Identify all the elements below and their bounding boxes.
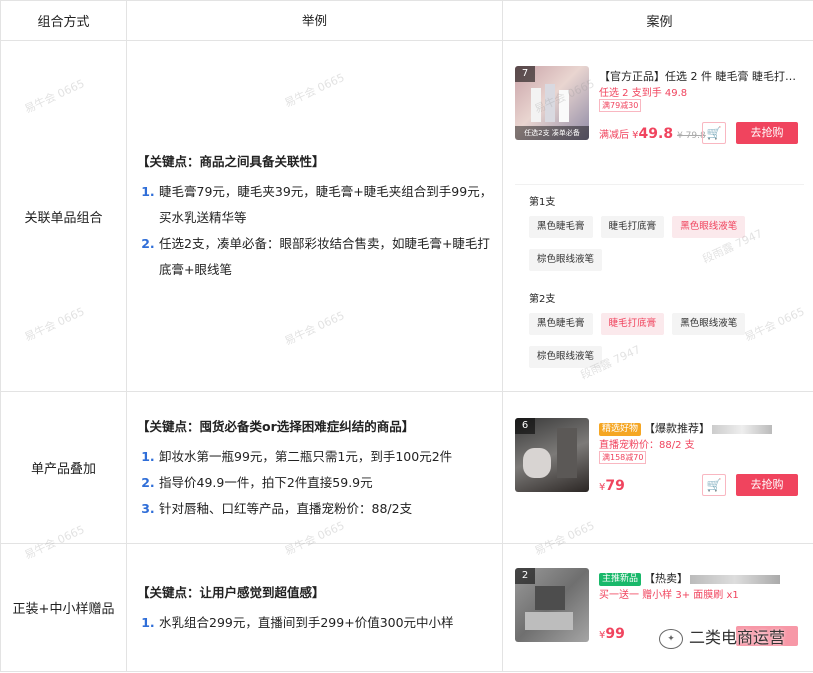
case-cell: 2 主推新品 【热卖】 买一送一 赠小样 3+ 面膜刷 x1 ¥99 <box>502 543 813 672</box>
header-method: 组合方式 <box>0 0 127 41</box>
spec-chip[interactable]: 棕色眼线液笔 <box>529 346 603 368</box>
featured-tag: 精选好物 <box>599 423 642 436</box>
product-subtitle: 任选 2 支到手 49.8 <box>599 88 688 99</box>
product-card[interactable]: 7 任选2支 凑单必备 【官方正品】任选 2 件 睫毛膏 睫毛打… 任选 2 支… <box>515 66 798 144</box>
price: 满减后 ¥49.8 ¥ 79.8 <box>599 126 706 142</box>
price: ¥79 <box>599 478 625 494</box>
spec-chip-selected[interactable]: 睫毛打底膏 <box>600 313 665 335</box>
product-title[interactable]: 精选好物 【爆款推荐】 <box>599 420 798 436</box>
table-row: 单产品叠加 【关键点：囤货必备类or选择困难症纠结的商品】 卸妆水第一瓶99元，… <box>0 391 813 544</box>
list-item: 任选2支，凑单必备：眼部彩妆结合售卖，如睫毛膏+睫毛打底膏+眼线笔 <box>159 231 502 283</box>
spec-chip[interactable]: 棕色眼线液笔 <box>529 249 603 271</box>
price: ¥99 <box>599 626 625 642</box>
product-title[interactable]: 主推新品 【热卖】 <box>599 570 798 586</box>
thumb-caption: 任选2支 凑单必备 <box>515 126 589 140</box>
method-cell: 单产品叠加 <box>0 391 127 544</box>
rank-number: 6 <box>515 418 535 434</box>
rank-number: 7 <box>515 66 535 82</box>
spec-chip[interactable]: 睫毛打底膏 <box>600 216 665 238</box>
spec-chip[interactable]: 黑色眼线液笔 <box>672 313 746 335</box>
buy-button[interactable]: 去抢购 <box>736 122 798 144</box>
cart-icon[interactable]: 🛒 <box>702 122 726 144</box>
list-item: 指导价49.9一件，拍下2件直接59.9元 <box>159 470 502 496</box>
example-list: 睫毛膏79元，睫毛夹39元，睫毛膏+睫毛夹组合到手99元，买水乳送精华等 任选2… <box>137 179 502 283</box>
list-item: 卸妆水第一瓶99元，第二瓶只需1元，到手100元2件 <box>159 444 502 470</box>
wechat-icon: ✦ <box>658 628 683 649</box>
cart-icon[interactable]: 🛒 <box>702 474 726 496</box>
list-item: 针对唇釉、口红等产品，直播宠粉价：88/2支 <box>159 496 502 522</box>
table-row: 正装+中小样赠品 【关键点：让用户感觉到超值感】 水乳组合299元，直播间到手2… <box>0 543 813 672</box>
product-subtitle: 买一送一 赠小样 3+ 面膜刷 x1 <box>599 590 739 601</box>
header-case: 案例 <box>502 0 813 41</box>
key-point: 【关键点：让用户感觉到超值感】 <box>137 584 325 600</box>
product-card[interactable]: 6 精选好物 【爆款推荐】 直播宠粉价：88/2 支 满158减70 ¥79 🛒 … <box>515 418 798 496</box>
spec-selector: 第1支 黑色睫毛膏 睫毛打底膏 黑色眼线液笔 棕色眼线液笔 第2支 黑色睫毛膏 … <box>515 184 804 390</box>
product-thumbnail[interactable]: 2 <box>515 568 589 642</box>
spec-chip[interactable]: 黑色睫毛膏 <box>529 313 593 335</box>
spec-group-title: 第1支 <box>529 197 556 208</box>
discount-badge: 满79减30 <box>599 99 642 112</box>
case-cell: 7 任选2支 凑单必备 【官方正品】任选 2 件 睫毛膏 睫毛打… 任选 2 支… <box>502 40 813 392</box>
new-product-tag: 主推新品 <box>599 573 642 586</box>
product-title[interactable]: 【官方正品】任选 2 件 睫毛膏 睫毛打… <box>599 68 798 84</box>
method-cell: 关联单品组合 <box>0 40 127 392</box>
spec-chips: 黑色睫毛膏 睫毛打底膏 黑色眼线液笔 棕色眼线液笔 <box>529 214 804 280</box>
list-item: 水乳组合299元，直播间到手299+价值300元中小样 <box>159 610 502 636</box>
example-list: 水乳组合299元，直播间到手299+价值300元中小样 <box>137 610 502 636</box>
key-point: 【关键点：商品之间具备关联性】 <box>137 154 325 169</box>
spec-chip[interactable]: 黑色睫毛膏 <box>529 216 593 238</box>
combination-table: 组合方式 举例 案例 关联单品组合 【关键点：商品之间具备关联性】 睫毛膏79元… <box>0 0 813 672</box>
product-thumbnail[interactable]: 7 任选2支 凑单必备 <box>515 66 589 140</box>
spec-chip-selected[interactable]: 黑色眼线液笔 <box>672 216 746 238</box>
example-list: 卸妆水第一瓶99元，第二瓶只需1元，到手100元2件 指导价49.9一件，拍下2… <box>137 444 502 522</box>
example-cell: 【关键点：让用户感觉到超值感】 水乳组合299元，直播间到手299+价值300元… <box>126 543 503 672</box>
example-cell: 【关键点：商品之间具备关联性】 睫毛膏79元，睫毛夹39元，睫毛膏+睫毛夹组合到… <box>126 40 503 392</box>
product-thumbnail[interactable]: 6 <box>515 418 589 492</box>
buy-button[interactable]: 去抢购 <box>736 474 798 496</box>
spec-group-title: 第2支 <box>529 294 556 305</box>
rank-number: 2 <box>515 568 535 584</box>
method-cell: 正装+中小样赠品 <box>0 543 127 672</box>
table-row: 关联单品组合 【关键点：商品之间具备关联性】 睫毛膏79元，睫毛夹39元，睫毛膏… <box>0 40 813 392</box>
list-item: 睫毛膏79元，睫毛夹39元，睫毛膏+睫毛夹组合到手99元，买水乳送精华等 <box>159 179 502 231</box>
key-point: 【关键点：囤货必备类or选择困难症纠结的商品】 <box>137 418 415 434</box>
discount-badge: 满158减70 <box>599 451 647 464</box>
spec-chips: 黑色睫毛膏 睫毛打底膏 黑色眼线液笔 棕色眼线液笔 <box>529 311 804 377</box>
table-header: 组合方式 举例 案例 <box>0 0 813 41</box>
case-cell: 6 精选好物 【爆款推荐】 直播宠粉价：88/2 支 满158减70 ¥79 🛒 … <box>502 391 813 544</box>
wechat-account-watermark: ✦ 二类电商运营 <box>658 624 785 649</box>
product-subtitle: 直播宠粉价：88/2 支 <box>599 440 695 451</box>
example-cell: 【关键点：囤货必备类or选择困难症纠结的商品】 卸妆水第一瓶99元，第二瓶只需1… <box>126 391 503 544</box>
header-example: 举例 <box>126 0 503 41</box>
